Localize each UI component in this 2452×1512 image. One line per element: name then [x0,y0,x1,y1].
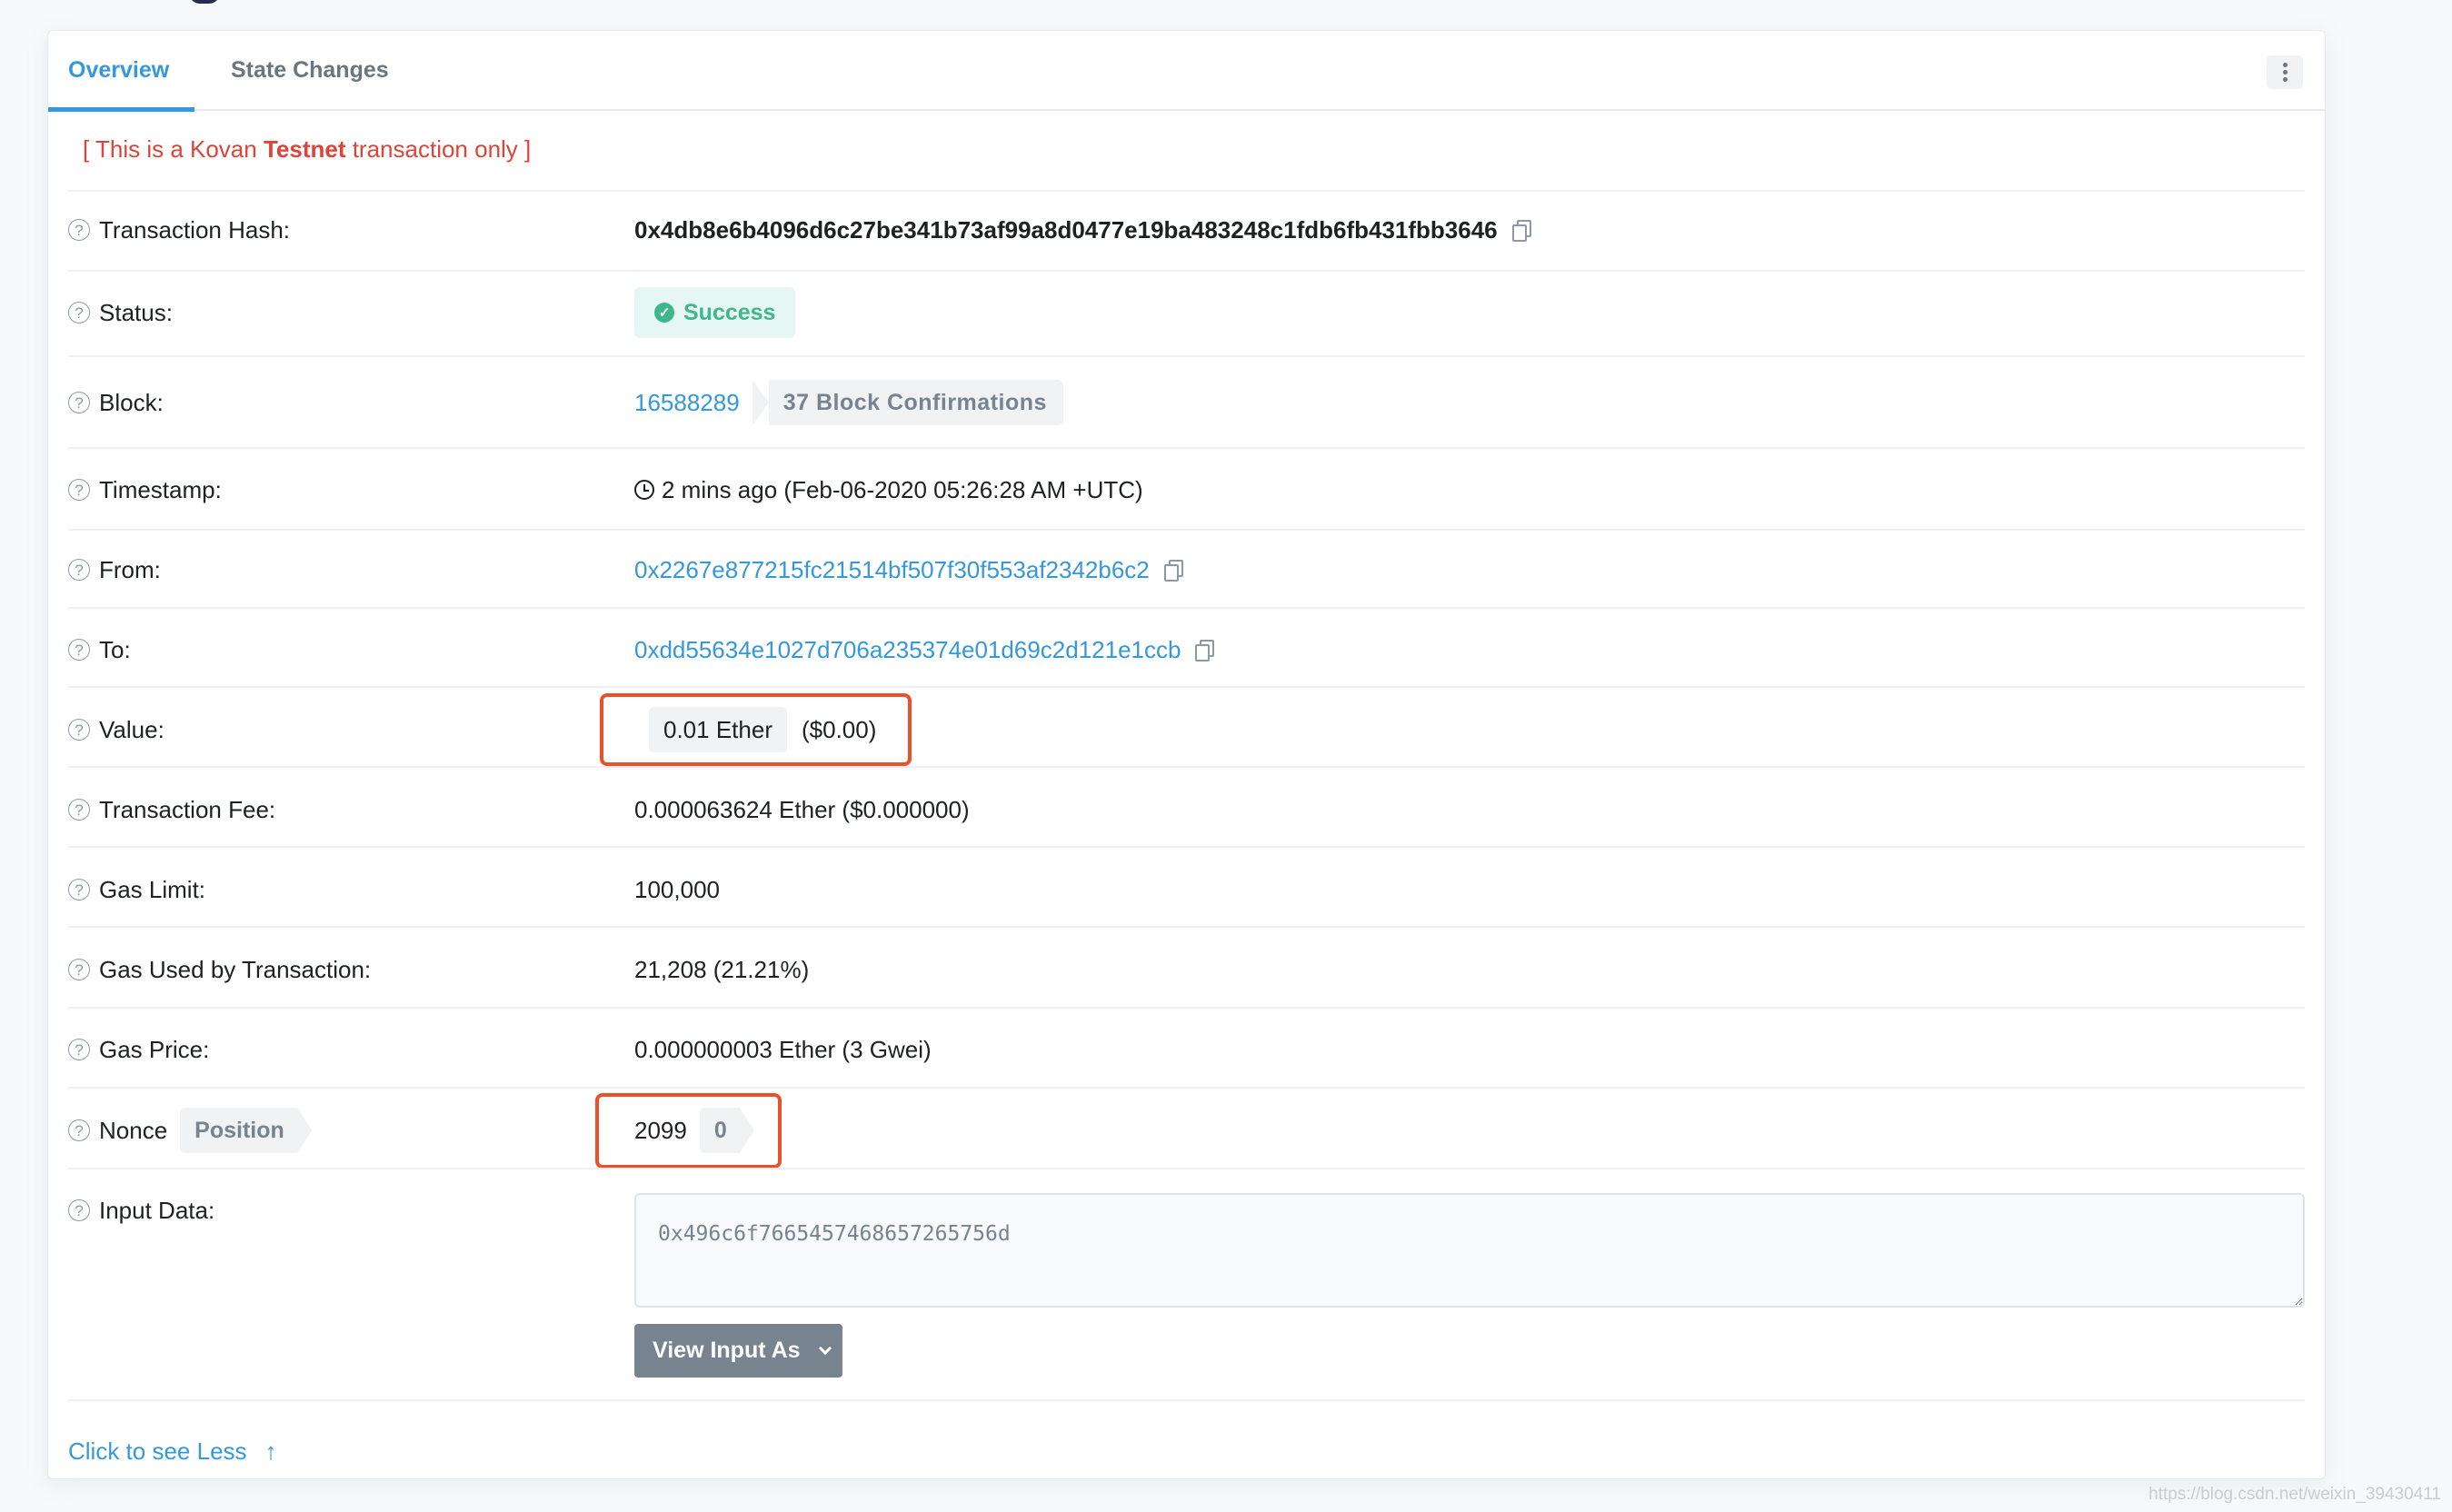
help-icon[interactable]: ? [68,1199,90,1221]
to-label: ? To: [68,632,131,668]
ether-amount-pill: 0.01 Ether [649,707,787,752]
help-icon[interactable]: ? [68,559,90,581]
position-tag: Position [180,1108,312,1153]
tx-hash-value-row: 0x4db8e6b4096d6c27be341b73af99a8d0477e19… [634,212,1531,248]
watermark: https://blog.csdn.net/weixin_39430411 [2148,1485,2441,1504]
block-confirmations-badge: 37 Block Confirmations [752,380,1063,425]
to-address-link[interactable]: 0xdd55634e1027d706a235374e01d69c2d121e1c… [634,636,1181,664]
copy-icon[interactable] [1195,640,1215,662]
see-less-link[interactable]: Click to see Less ↑ [68,1437,277,1466]
tx-hash-value: 0x4db8e6b4096d6c27be341b73af99a8d0477e19… [634,215,1498,244]
tx-fee-value: 0.000063624 Ether ($0.000000) [634,795,970,823]
position-value-tag: 0 [699,1108,754,1153]
help-icon[interactable]: ? [68,479,90,501]
divider [68,1399,2305,1401]
kebab-vertical-icon [2282,63,2288,67]
nonce-value: 2099 [634,1116,687,1144]
help-icon[interactable]: ? [68,719,90,741]
help-icon[interactable]: ? [68,799,90,821]
from-address-link[interactable]: 0x2267e877215fc21514bf507f30f553af2342b6… [634,556,1150,584]
divider [68,926,2305,928]
more-options-button[interactable] [2267,55,2303,89]
divider [68,846,2305,848]
help-icon[interactable]: ? [68,879,90,900]
input-data-label: ? Input Data: [68,1192,214,1228]
transaction-details-card: Overview State Changes [ This is a Kovan… [47,30,2326,1479]
divider [68,607,2305,609]
arrow-up-icon: ↑ [264,1437,277,1465]
gas-price-label: ? Gas Price: [68,1031,209,1068]
timestamp-label: ? Timestamp: [68,472,222,508]
value-label: ? Value: [68,711,164,748]
clock-icon [634,480,654,500]
partial-logo-icon [189,0,220,4]
divider [68,355,2305,357]
active-tab-indicator [48,107,194,112]
chevron-down-icon [818,1341,832,1355]
help-icon[interactable]: ? [68,392,90,413]
help-icon[interactable]: ? [68,1119,90,1141]
divider [68,447,2305,449]
help-icon[interactable]: ? [68,1039,90,1060]
to-value-row: 0xdd55634e1027d706a235374e01d69c2d121e1c… [634,632,1215,668]
divider [68,270,2305,272]
timestamp-value-row: 2 mins ago (Feb-06-2020 05:26:28 AM +UTC… [634,472,1143,508]
tab-overview[interactable]: Overview [68,31,169,111]
help-icon[interactable]: ? [68,219,90,241]
divider [68,190,2305,192]
testnet-notice: [ This is a Kovan Testnet transaction on… [83,135,532,163]
tab-bar: Overview State Changes [48,31,2325,112]
block-label: ? Block: [68,384,164,421]
divider [68,1087,2305,1089]
divider [68,1007,2305,1009]
tx-fee-label: ? Transaction Fee: [68,791,275,828]
divider [68,686,2305,688]
divider [68,529,2305,531]
copy-icon[interactable] [1163,560,1183,582]
from-label: ? From: [68,552,161,588]
status-value-row: ✓ Success [634,287,796,338]
gas-limit-value: 100,000 [634,875,720,903]
gas-used-label: ? Gas Used by Transaction: [68,951,371,988]
status-badge: ✓ Success [634,287,796,338]
help-icon[interactable]: ? [68,302,90,323]
tab-state-changes[interactable]: State Changes [231,31,389,111]
value-value-row: 0.01 Ether ($0.00) [649,707,877,752]
view-input-as-button[interactable]: View Input As [634,1324,842,1378]
divider [68,1168,2305,1169]
help-icon[interactable]: ? [68,959,90,980]
check-circle-icon: ✓ [654,303,674,323]
gas-limit-label: ? Gas Limit: [68,871,205,908]
usd-amount: ($0.00) [801,715,877,743]
tx-hash-label: ? Transaction Hash: [68,212,290,248]
status-label: ? Status: [68,294,173,331]
nonce-value-row: 2099 0 [634,1108,754,1153]
nonce-label: ? Nonce Position [68,1108,312,1153]
gas-price-value: 0.000000003 Ether (3 Gwei) [634,1035,932,1063]
copy-icon[interactable] [1511,220,1531,242]
divider [68,766,2305,768]
block-number-link[interactable]: 16588289 [634,389,740,417]
input-data-textarea[interactable]: 0x496c6f7665457468657265756d [634,1193,2305,1308]
block-value-row: 16588289 37 Block Confirmations [634,380,1063,425]
gas-used-value: 21,208 (21.21%) [634,955,810,983]
from-value-row: 0x2267e877215fc21514bf507f30f553af2342b6… [634,552,1183,588]
help-icon[interactable]: ? [68,639,90,661]
